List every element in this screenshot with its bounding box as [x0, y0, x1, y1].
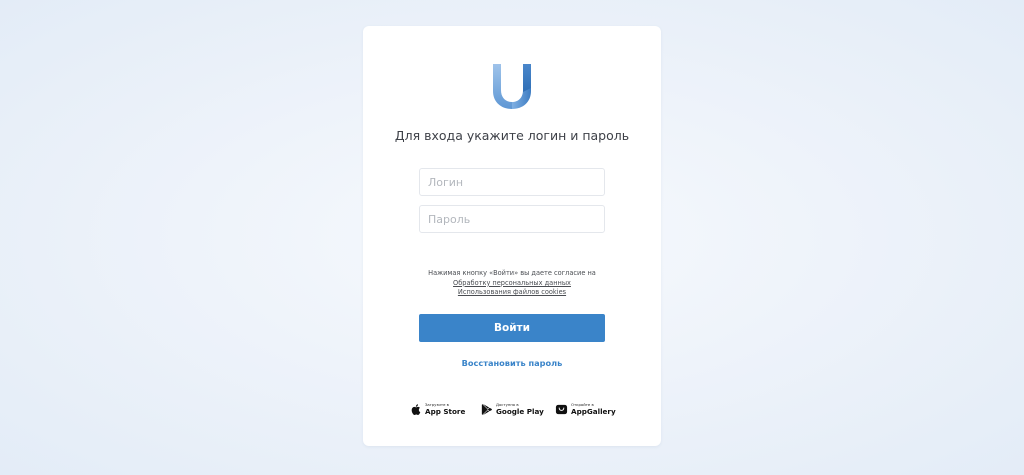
- login-card: Для входа укажите логин и пароль Нажимая…: [363, 26, 661, 446]
- store-name-label: App Store: [425, 406, 466, 416]
- password-input[interactable]: [419, 205, 605, 233]
- apple-icon: [411, 403, 421, 415]
- u-logo-icon: [493, 64, 531, 109]
- login-input[interactable]: [419, 168, 605, 196]
- consent-text: Нажимая кнопку «Войти» вы даете согласие…: [428, 269, 596, 277]
- app-store-badge[interactable]: Загрузите в App Store: [409, 400, 465, 418]
- consent-notice: Нажимая кнопку «Войти» вы даете согласие…: [363, 269, 661, 298]
- login-heading: Для входа укажите логин и пароль: [394, 128, 630, 143]
- cookies-link[interactable]: Использования файлов cookies: [458, 288, 566, 298]
- google-play-icon: [481, 403, 492, 415]
- huawei-appgallery-icon: [555, 404, 568, 414]
- store-name-label: AppGallery: [571, 406, 616, 416]
- google-play-badge[interactable]: Доступно в Google Play: [480, 400, 544, 418]
- store-name-label: Google Play: [496, 406, 544, 416]
- appgallery-badge[interactable]: Откройте в AppGallery: [555, 400, 616, 418]
- app-store-badges: Загрузите в App Store Доступно в Google …: [363, 400, 661, 418]
- login-button[interactable]: Войти: [419, 314, 605, 342]
- restore-password-link[interactable]: Восстановить пароль: [363, 358, 661, 368]
- personal-data-link[interactable]: Обработку персональных данных: [453, 279, 571, 289]
